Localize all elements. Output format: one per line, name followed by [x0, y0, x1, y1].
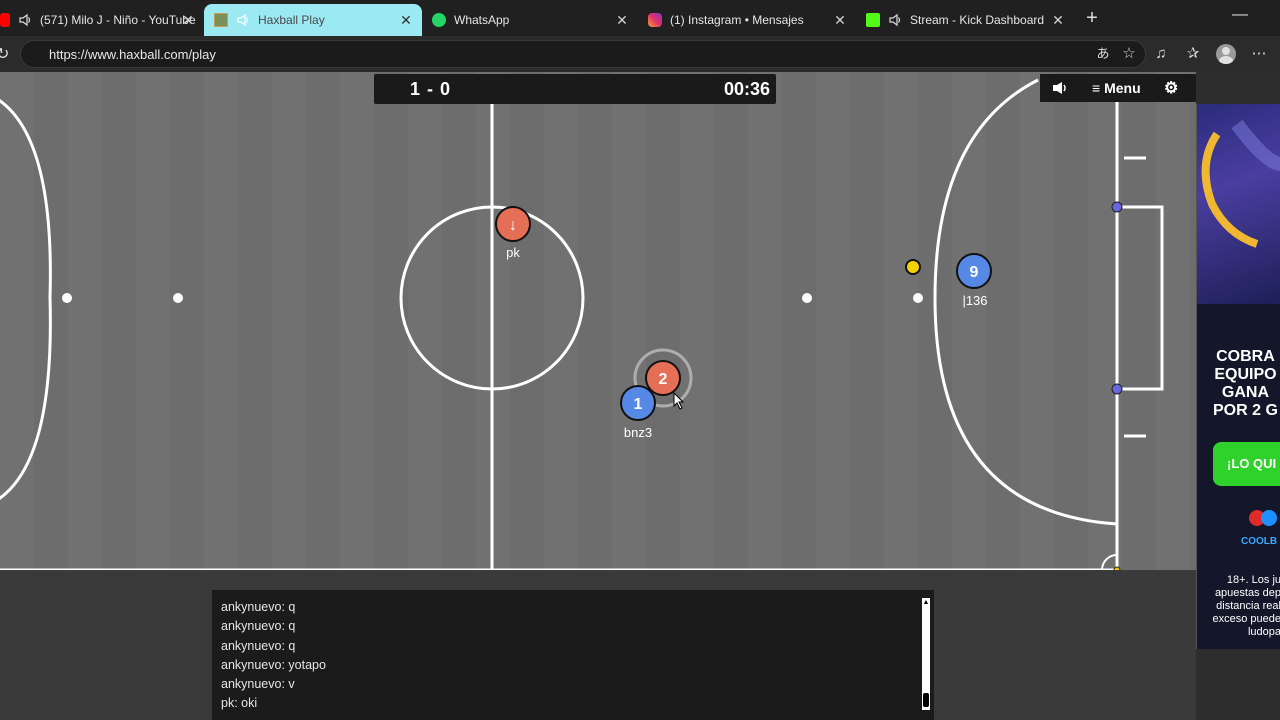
haxball-icon — [214, 13, 228, 27]
pitch-lines: ↓ 2 1 9 — [0, 72, 1196, 570]
tab-kick[interactable]: Stream - Kick Dashboard ✕ — [856, 4, 1074, 36]
sound-icon[interactable] — [1052, 81, 1068, 95]
chat-message: ankynuevo: v — [221, 677, 295, 692]
player-avatar: 2 — [659, 371, 668, 388]
ball — [905, 259, 921, 275]
kick-icon — [866, 13, 880, 27]
pitch[interactable]: ↓ 2 1 9 pk bnz3 |136 — [0, 72, 1196, 570]
ad-disclaimer: 18+. Los ju apuestas dep distancia real … — [1212, 574, 1280, 638]
profile-avatar[interactable] — [1216, 44, 1236, 64]
tab-title: (1) Instagram • Mensajes — [670, 13, 804, 27]
chat-message: pk: oki — [221, 696, 258, 711]
ad-headline: COBRA EQUIPO GANA POR 2 G — [1213, 348, 1278, 419]
speaker-icon[interactable] — [236, 13, 250, 27]
player-pk: ↓ — [495, 206, 531, 242]
game-toolbar: ≡ Menu ⚙ — [1040, 74, 1196, 102]
player-bnz3: 1 — [620, 385, 656, 421]
chat-box[interactable]: ankynuevo: q ankynuevo: q ankynuevo: q a… — [212, 590, 934, 720]
youtube-icon — [0, 13, 10, 27]
tab-youtube[interactable]: (571) Milo J - Niño - YouTube ✕ — [0, 4, 204, 36]
player-avatar: 9 — [970, 264, 979, 281]
tab-close-icon[interactable]: ✕ — [832, 11, 848, 29]
tab-title: WhatsApp — [454, 13, 510, 27]
chat-messages: ankynuevo: q ankynuevo: q ankynuevo: q a… — [221, 598, 326, 714]
player-avatar: ↓ — [509, 217, 517, 234]
scroll-up-icon[interactable]: ▲ — [922, 598, 930, 608]
chat-message: ankynuevo: yotapo — [221, 657, 326, 672]
player-name: pk — [506, 245, 520, 260]
tab-title: Haxball Play — [258, 13, 325, 27]
tab-close-icon[interactable]: ✕ — [180, 11, 196, 29]
hamburger-icon: ≡ — [1092, 80, 1101, 96]
speaker-icon[interactable] — [18, 13, 32, 27]
score: 1 - 0 — [410, 79, 452, 99]
scrollbar-thumb[interactable] — [923, 693, 929, 707]
tab-whatsapp[interactable]: WhatsApp ✕ — [422, 4, 638, 36]
reload-icon[interactable]: ↻ — [0, 44, 9, 64]
player-136: 9 — [956, 253, 992, 289]
gear-icon[interactable]: ⚙ — [1164, 78, 1178, 98]
minimize-button[interactable]: — — [1232, 6, 1248, 24]
menu-button[interactable]: ≡ Menu — [1092, 80, 1141, 96]
music-icon[interactable]: ♫ — [1152, 45, 1170, 63]
tab-close-icon[interactable]: ✕ — [1050, 11, 1066, 29]
game-timer: 00:36 — [723, 79, 770, 99]
chat-message: ankynuevo: q — [221, 638, 296, 653]
player-avatar: 1 — [634, 396, 643, 413]
favorites-icon[interactable]: ✰ — [1184, 45, 1202, 63]
player-red-2: 2 — [645, 360, 681, 396]
translate-icon[interactable]: あ — [1094, 45, 1112, 63]
new-tab-button[interactable]: + — [1082, 8, 1102, 28]
goal-post-top — [1111, 201, 1123, 213]
player-name: |136 — [962, 293, 988, 308]
tab-strip: (571) Milo J - Niño - YouTube ✕ Haxball … — [0, 0, 1280, 36]
tab-title: Stream - Kick Dashboard — [910, 13, 1045, 27]
address-bar: ↻ https://www.haxball.com/play あ ☆ ♫ ✰ ⋯ — [0, 36, 1280, 72]
more-icon[interactable]: ⋯ — [1250, 45, 1268, 63]
advertisement[interactable]: COBRA EQUIPO GANA POR 2 G ¡LO QUI COOLB … — [1196, 104, 1280, 649]
scoreboard: 1 - 0 00:36 — [374, 74, 776, 104]
tab-close-icon[interactable]: ✕ — [398, 11, 414, 29]
player-name: bnz3 — [623, 425, 653, 440]
tab-close-icon[interactable]: ✕ — [614, 11, 630, 29]
ad-graphic — [1201, 119, 1280, 248]
url-field[interactable]: https://www.haxball.com/play — [20, 40, 1146, 68]
menu-label: Menu — [1104, 80, 1141, 96]
ad-cta-button[interactable]: ¡LO QUI — [1213, 442, 1280, 486]
chat-scrollbar[interactable]: ▲ — [922, 598, 930, 710]
chat-message: ankynuevo: q — [221, 619, 296, 634]
ad-brand: COOLB — [1241, 536, 1278, 547]
coolbet-logo-icon — [1249, 510, 1277, 526]
goal-post-bottom — [1111, 383, 1123, 395]
favorite-star-icon[interactable]: ☆ — [1120, 45, 1138, 63]
speaker-icon[interactable] — [888, 13, 902, 27]
whatsapp-icon — [432, 13, 446, 27]
instagram-icon — [648, 13, 662, 27]
tab-title: (571) Milo J - Niño - YouTube — [40, 13, 196, 27]
url-text[interactable]: https://www.haxball.com/play — [49, 47, 216, 62]
tab-haxball[interactable]: Haxball Play ✕ — [204, 4, 422, 36]
tab-instagram[interactable]: (1) Instagram • Mensajes ✕ — [638, 4, 856, 36]
ad-image — [1197, 104, 1280, 304]
game-area: ↓ 2 1 9 pk bnz3 |136 1 - 0 00:36 ≡ Menu … — [0, 72, 1280, 720]
chat-message: ankynuevo: q — [221, 600, 296, 614]
